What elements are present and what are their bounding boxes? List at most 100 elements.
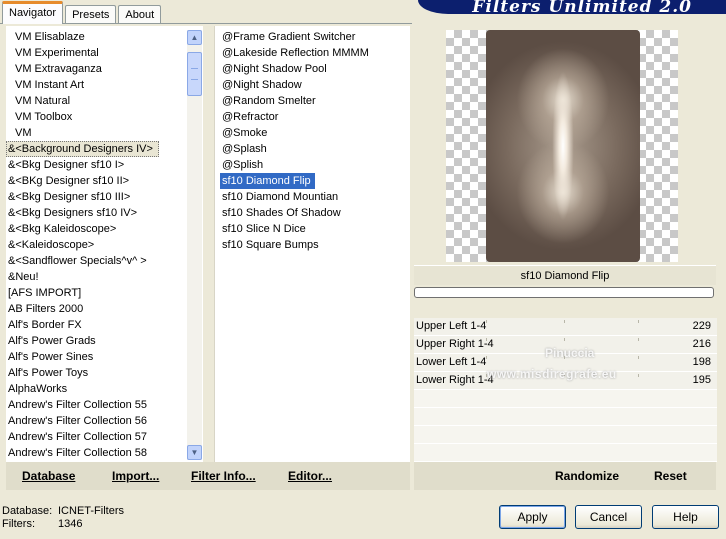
list-toolbar: Database Import... Filter Info... Editor… [6,462,410,490]
filter-row: @Night Shadow Pool [220,61,410,77]
category-row: Alf's Power Sines [6,349,203,365]
category-item[interactable]: Andrew's Filter Collection 55 [6,397,203,413]
filter-item[interactable]: sf10 Diamond Flip [220,173,315,189]
preview-filter-name: sf10 Diamond Flip [414,265,716,285]
category-item[interactable]: Alf's Power Toys [6,365,203,381]
filter-items: @Frame Gradient Switcher @Lakeside Reflec… [215,26,410,253]
filter-item[interactable]: sf10 Slice N Dice [220,221,410,237]
editor-button[interactable]: Editor... [288,469,332,483]
category-item[interactable]: Alf's Power Grads [6,333,203,349]
filter-row: @Splish [220,157,410,173]
category-item[interactable]: VM Instant Art [6,77,203,93]
filter-row: @Frame Gradient Switcher [220,29,410,45]
progress-bar [414,287,714,298]
category-item[interactable]: [AFS IMPORT] [6,285,203,301]
filter-item[interactable]: @Lakeside Reflection MMMM [220,45,410,61]
category-item[interactable]: Andrew's Filter Collection 57 [6,429,203,445]
help-button[interactable]: Help [652,505,719,529]
category-item[interactable]: Alf's Power Sines [6,349,203,365]
filter-item[interactable]: @Splash [220,141,410,157]
filter-item[interactable]: @Smoke [220,125,410,141]
empty-slider-row [414,408,717,426]
category-row: VM Elisablaze [6,29,203,45]
category-row: Alf's Power Toys [6,365,203,381]
category-row: VM Extravaganza [6,61,203,77]
filter-item[interactable]: sf10 Diamond Mountian [220,189,410,205]
filter-item[interactable]: @Splish [220,157,410,173]
category-item[interactable]: VM Extravaganza [6,61,203,77]
category-item[interactable]: &<Kaleidoscope> [6,237,203,253]
category-row: &<BKg Designer sf10 II> [6,173,203,189]
category-item[interactable]: Andrew's Filter Collection 56 [6,413,203,429]
category-item[interactable]: AB Filters 2000 [6,301,203,317]
filters-count-label: Filters: [2,518,35,530]
category-item[interactable]: VM Experimental [6,45,203,61]
cancel-button[interactable]: Cancel [575,505,642,529]
category-item[interactable]: &<Bkg Kaleidoscope> [6,221,203,237]
filter-row: sf10 Square Bumps [220,237,410,253]
filter-item[interactable]: sf10 Square Bumps [220,237,410,253]
filter-row: sf10 Slice N Dice [220,221,410,237]
category-item[interactable]: &<Background Designers IV> [6,141,159,157]
import-button[interactable]: Import... [112,469,159,483]
slider-tick [638,338,639,341]
category-item[interactable]: Andrew's Filter Collection 58 [6,445,203,461]
filter-item[interactable]: sf10 Shades Of Shadow [220,205,410,221]
scroll-thumb[interactable] [187,52,202,96]
filter-row: sf10 Shades Of Shadow [220,205,410,221]
preview-toolbar: Randomize Reset [414,462,716,490]
slider-value: 198 [692,356,711,368]
category-item[interactable]: VM [6,125,203,141]
database-button[interactable]: Database [22,469,75,483]
apply-button[interactable]: Apply [499,505,566,529]
slider-tick [564,338,565,341]
category-row: &<Sandflower Specials^v^ > [6,253,203,269]
category-row: &<Bkg Designer sf10 III> [6,189,203,205]
tab-navigator[interactable]: Navigator [2,1,64,24]
filter-list[interactable]: @Frame Gradient Switcher @Lakeside Reflec… [214,26,410,462]
category-item[interactable]: &<Bkg Designer sf10 I> [6,157,203,173]
filter-item[interactable]: @Night Shadow [220,77,410,93]
scroll-down-button[interactable]: ▼ [187,445,202,460]
category-item[interactable]: &<Sandflower Specials^v^ > [6,253,203,269]
category-item[interactable]: AlphaWorks [6,381,203,397]
filter-info-button[interactable]: Filter Info... [191,469,256,483]
randomize-button[interactable]: Randomize [555,469,619,483]
category-row: &<Background Designers IV> [6,141,203,157]
tab-about[interactable]: About [118,5,162,24]
category-item[interactable]: &Neu! [6,269,203,285]
filter-item[interactable]: @Night Shadow Pool [220,61,410,77]
category-item[interactable]: Alf's Border FX [6,317,203,333]
reset-button[interactable]: Reset [654,469,687,483]
preview-canvas [446,30,678,262]
tab-presets[interactable]: Presets [65,5,117,24]
scroll-up-button[interactable]: ▲ [187,30,202,45]
slider-value: 216 [692,338,711,350]
database-label: Database: [2,505,53,517]
category-item[interactable]: VM Elisablaze [6,29,203,45]
category-scrollbar[interactable]: ▲ ▼ [187,30,202,460]
category-row: &<Kaleidoscope> [6,237,203,253]
chevron-down-icon: ▼ [190,448,199,457]
category-item[interactable]: &<Bkg Designer sf10 III> [6,189,203,205]
chevron-up-icon: ▲ [190,33,199,42]
preview-image [486,30,640,262]
slider-label: Upper Left 1-4 [416,320,487,332]
slider-row: Upper Left 1-4 229 [414,318,717,336]
filter-item[interactable]: @Random Smelter [220,93,410,109]
category-items: VM Elisablaze VM Experimental VM Extravaga… [6,26,203,461]
filter-item[interactable]: @Frame Gradient Switcher [220,29,410,45]
filter-item[interactable]: @Refractor [220,109,410,125]
slider-value: 229 [692,320,711,332]
category-list[interactable]: VM Elisablaze VM Experimental VM Extravaga… [6,26,203,462]
empty-slider-row [414,426,717,444]
category-item[interactable]: &<BKg Designer sf10 II> [6,173,203,189]
category-row: &<Bkg Kaleidoscope> [6,221,203,237]
status-info: Database: ICNET-Filters Filters: 1346 [2,505,124,531]
category-item[interactable]: VM Toolbox [6,109,203,125]
app-banner: Filters Unlimited 2.0 [418,0,726,14]
filter-row: @Splash [220,141,410,157]
category-item[interactable]: VM Natural [6,93,203,109]
filter-row: @Random Smelter [220,93,410,109]
category-item[interactable]: &<Bkg Designers sf10 IV> [6,205,203,221]
